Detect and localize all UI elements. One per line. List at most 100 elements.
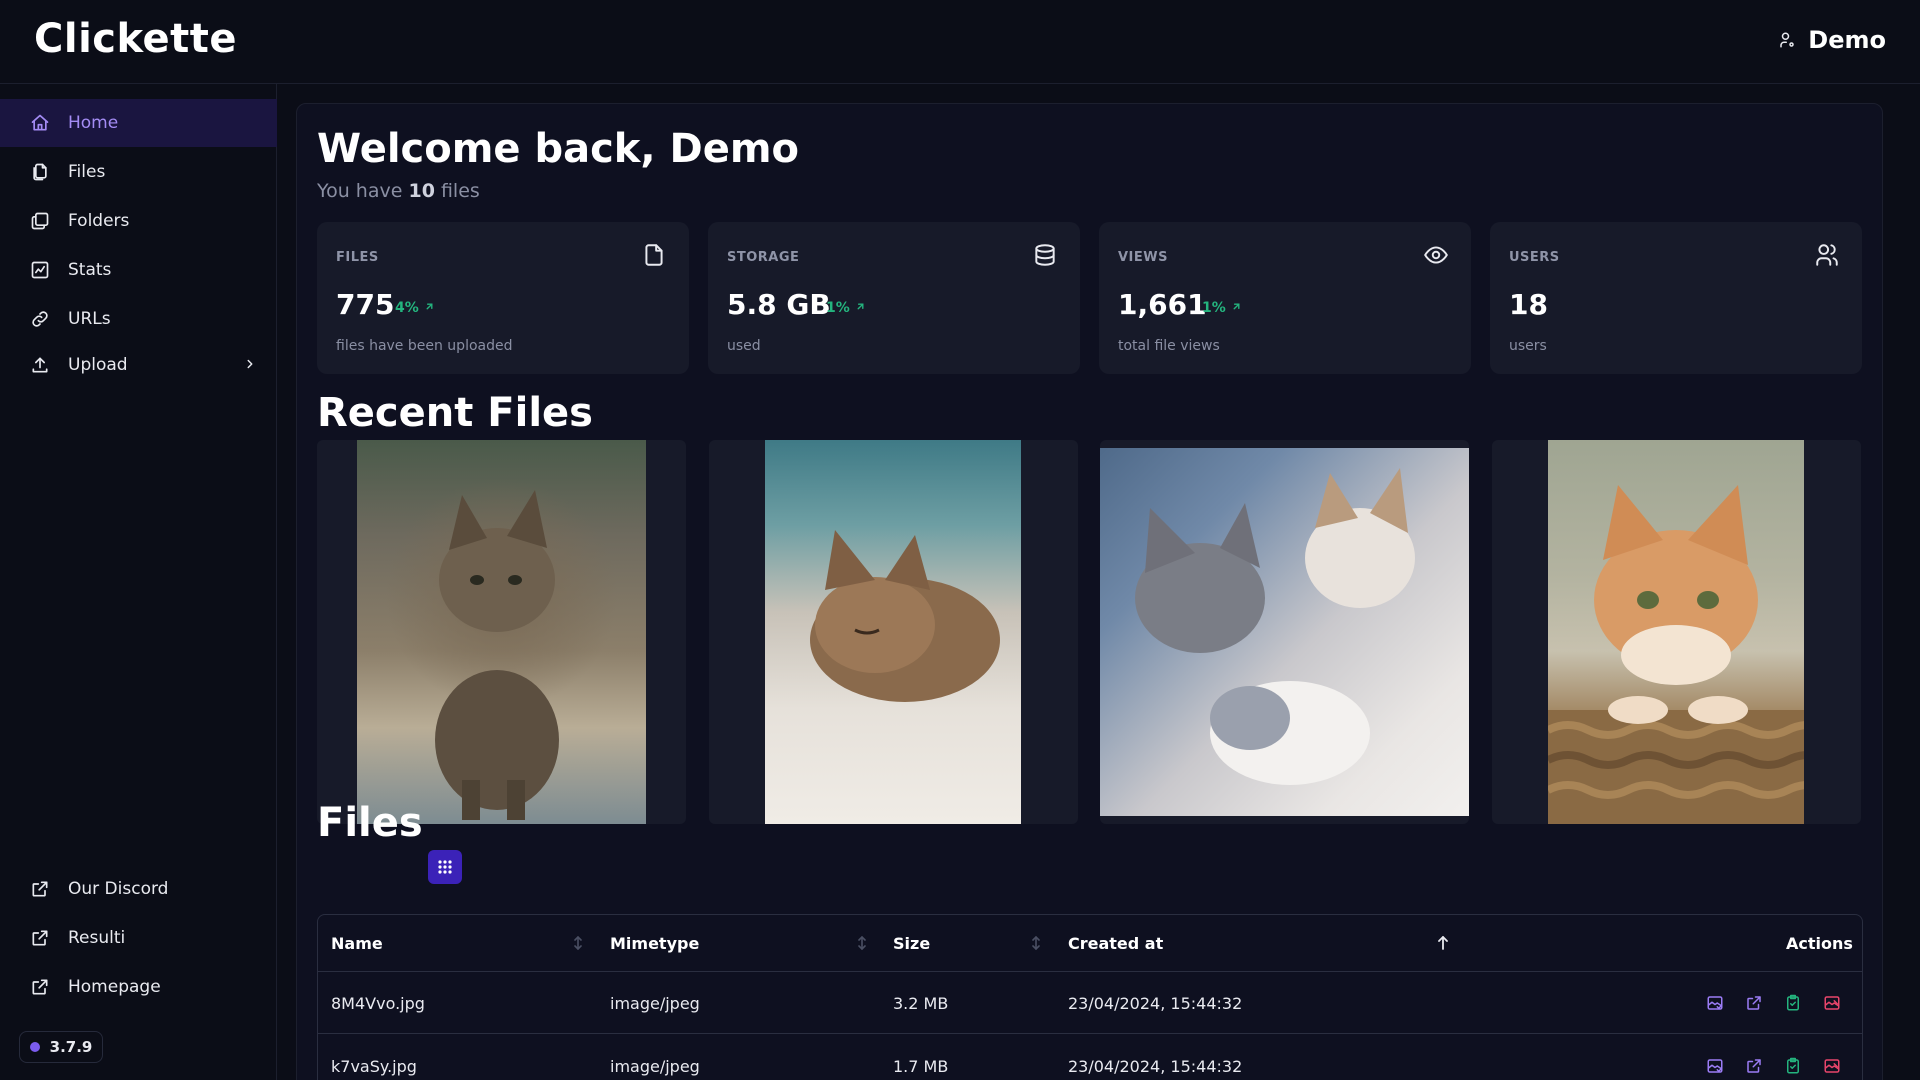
folders-icon — [31, 212, 49, 230]
cat-illustration — [1548, 485, 1804, 824]
sidebar-item-label: Folders — [68, 211, 130, 231]
user-menu[interactable]: Demo — [1778, 26, 1886, 54]
chevron-right-icon — [247, 359, 253, 369]
recent-file-card[interactable] — [1492, 440, 1861, 824]
user-name: Demo — [1808, 26, 1886, 54]
sidebar-item-label: Upload — [68, 355, 128, 375]
sort-icon[interactable] — [572, 936, 584, 950]
stat-description: files have been uploaded — [336, 338, 513, 354]
external-link-icon — [32, 930, 48, 946]
recent-file-card[interactable] — [1100, 440, 1469, 824]
stat-description: total file views — [1118, 338, 1220, 354]
stat-card-files: FILES 775 4% files have been uploaded — [317, 222, 689, 374]
view-file-icon[interactable] — [1706, 994, 1724, 1012]
link-icon — [32, 311, 48, 327]
arrow-up-right-icon — [857, 303, 864, 310]
column-header-size[interactable]: Size — [893, 915, 930, 971]
stat-description: used — [727, 338, 761, 354]
stat-value: 18 — [1509, 288, 1548, 321]
kittens-illustration — [1135, 468, 1415, 785]
copy-link-icon[interactable] — [1784, 1057, 1802, 1075]
sidebar-link-resulti[interactable]: Resulti — [0, 914, 277, 962]
view-file-icon[interactable] — [1706, 1057, 1724, 1075]
sidebar-item-label: Home — [68, 113, 119, 133]
sleeping-kitten-image — [765, 440, 1021, 824]
stat-card-views: VIEWS 1,661 1% total file views — [1099, 222, 1471, 374]
stat-description: users — [1509, 338, 1547, 354]
version-label: 3.7.9 — [49, 1038, 93, 1056]
subtitle-prefix: You have — [317, 180, 403, 202]
column-header-actions: Actions — [1786, 933, 1853, 953]
stat-label: VIEWS — [1118, 250, 1168, 265]
sidebar-item-label: Homepage — [68, 977, 161, 997]
file-count: 10 — [408, 180, 435, 202]
sidebar-item-label: Our Discord — [68, 879, 169, 899]
recent-file-card[interactable] — [317, 440, 686, 824]
file-created-at: 23/04/2024, 15:44:32 — [1068, 1056, 1243, 1076]
sidebar-item-upload[interactable]: Upload — [0, 341, 277, 389]
recent-file-card[interactable] — [709, 440, 1078, 824]
main-panel: Welcome back, Demo You have 10 files FIL… — [296, 103, 1883, 1080]
files-table: Name Mimetype Size Created at Actions 8M… — [317, 914, 1863, 1080]
sidebar-item-home[interactable]: Home — [0, 99, 277, 147]
ginger-cat-image — [1548, 440, 1804, 824]
three-kittens-image — [1100, 448, 1469, 816]
version-badge[interactable]: 3.7.9 — [19, 1031, 103, 1063]
sidebar-item-label: Files — [68, 162, 106, 182]
stat-label: FILES — [336, 250, 379, 265]
sidebar-item-folders[interactable]: Folders — [0, 197, 277, 245]
file-mimetype: image/jpeg — [610, 993, 700, 1013]
stat-delta: 4% — [395, 300, 435, 316]
stat-card-users: USERS 18 users — [1490, 222, 1862, 374]
delete-file-icon[interactable] — [1823, 994, 1841, 1012]
sidebar-item-urls[interactable]: URLs — [0, 295, 277, 343]
file-icon — [645, 244, 663, 266]
external-link-icon — [32, 979, 48, 995]
copy-link-icon[interactable] — [1784, 994, 1802, 1012]
file-size: 3.2 MB — [893, 993, 949, 1013]
stats-icon — [31, 261, 49, 279]
file-name[interactable]: 8M4Vvo.jpg — [331, 972, 425, 1034]
sidebar-item-files[interactable]: Files — [0, 148, 277, 196]
open-external-icon[interactable] — [1745, 994, 1763, 1012]
sidebar-item-label: URLs — [68, 309, 111, 329]
app-logo[interactable]: Clickette — [34, 16, 237, 62]
kitten-illustration — [810, 530, 1000, 702]
column-header-mimetype[interactable]: Mimetype — [610, 915, 699, 971]
stat-delta: 1% — [826, 300, 866, 316]
upload-icon — [32, 357, 48, 373]
table-row[interactable]: 8M4Vvo.jpg image/jpeg 3.2 MB 23/04/2024,… — [318, 972, 1862, 1034]
file-name[interactable]: k7vaSy.jpg — [331, 1035, 417, 1080]
open-external-icon[interactable] — [1745, 1057, 1763, 1075]
file-created-at: 23/04/2024, 15:44:32 — [1068, 993, 1243, 1013]
sidebar-item-label: Resulti — [68, 928, 126, 948]
column-header-name[interactable]: Name — [331, 915, 383, 971]
sidebar-item-stats[interactable]: Stats — [0, 246, 277, 294]
sort-icon[interactable] — [1030, 936, 1042, 950]
sidebar-link-homepage[interactable]: Homepage — [0, 963, 277, 1011]
users-icon — [1816, 244, 1838, 266]
page-subtitle: You have 10 files — [317, 180, 480, 202]
grid-view-button[interactable] — [428, 850, 462, 884]
page-title: Welcome back, Demo — [317, 126, 800, 172]
arrow-up-right-icon — [1233, 303, 1240, 310]
user-icon — [1780, 32, 1795, 48]
sidebar: Home Files Folders Stats URLs Upload Our… — [0, 84, 277, 1080]
column-header-created-at[interactable]: Created at — [1068, 915, 1163, 971]
stat-value: 5.8 GB — [727, 288, 831, 321]
files-title: Files — [317, 800, 423, 846]
sort-ascending-icon[interactable] — [1437, 936, 1449, 950]
sidebar-item-label: Stats — [68, 260, 112, 280]
stat-delta: 1% — [1202, 300, 1242, 316]
sidebar-link-discord[interactable]: Our Discord — [0, 865, 277, 913]
delete-file-icon[interactable] — [1823, 1057, 1841, 1075]
stat-value: 1,661 — [1118, 288, 1207, 321]
status-dot — [29, 1042, 40, 1052]
home-icon — [31, 114, 49, 131]
stat-label: USERS — [1509, 250, 1560, 265]
kitten-illustration — [435, 490, 559, 820]
sort-icon[interactable] — [856, 936, 868, 950]
database-icon — [1035, 244, 1055, 266]
table-row[interactable]: k7vaSy.jpg image/jpeg 1.7 MB 23/04/2024,… — [318, 1035, 1862, 1080]
recent-files-title: Recent Files — [317, 390, 593, 436]
